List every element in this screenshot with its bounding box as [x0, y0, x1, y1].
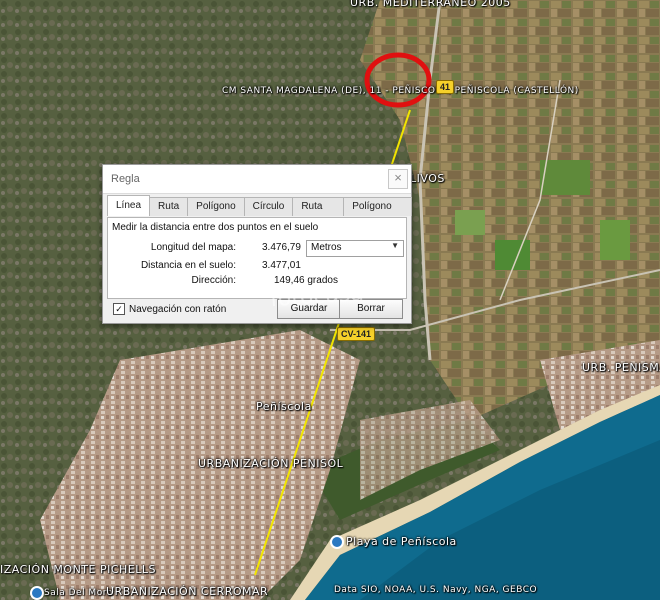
place-pin-icon[interactable] — [330, 535, 344, 549]
map-attribution: Data SIO, NOAA, U.S. Navy, NGA, GEBCO — [334, 585, 538, 595]
tab-bar: Línea Ruta Polígono Círculo Ruta 3D Polí… — [107, 195, 412, 230]
label-playa: Playa de Peñíscola — [346, 535, 457, 548]
tab-poligono-3d[interactable]: Polígono 3D — [343, 197, 412, 230]
place-pin-icon[interactable] — [30, 586, 44, 600]
label-urb-penisma: URB. PENISMA — [582, 361, 660, 374]
label-urb-cerromar: URBANIZACIÓN CERROMAR — [106, 585, 269, 598]
map-length-value: 3.476,79 — [262, 242, 301, 253]
label-urb-mediterraneo: URB. MEDITERRANEO 2005 — [350, 0, 511, 9]
panel-description: Medir la distancia entre dos puntos en e… — [112, 222, 319, 233]
unit-select-value: Metros — [311, 242, 342, 253]
direction-label: Dirección: — [191, 275, 236, 286]
tab-circulo[interactable]: Círculo — [243, 197, 294, 216]
road-shield-cv141: CV-141 — [337, 327, 376, 341]
label-santa-magdalena: CM SANTA MAGDALENA (DE), 11 - PEÑISCOLA,… — [222, 86, 579, 96]
label-peniscola: Peñíscola — [256, 400, 312, 413]
ground-distance-label: Distancia en el suelo: — [140, 260, 236, 271]
label-urb-monte-pichells: IZACIÓN MONTE PICHELLS — [0, 563, 156, 576]
unit-select[interactable]: Metros ▼ — [306, 240, 404, 257]
road-shield-top: 41 — [436, 80, 455, 94]
label-urb-penisol: URBANIZACIÓN PENISOL — [198, 457, 344, 470]
mouse-navigation-label: Navegación con ratón — [129, 303, 227, 315]
map-length-label: Longitud del mapa: — [150, 242, 236, 253]
mouse-navigation-row: ✓ Navegación con ratón — [113, 303, 226, 315]
label-olivos: LIVOS — [410, 172, 445, 185]
ruler-dialog: Regla × Línea Ruta Polígono Círculo Ruta… — [102, 164, 412, 324]
tab-ruta[interactable]: Ruta — [149, 197, 189, 216]
dialog-titlebar[interactable]: Regla × — [103, 165, 411, 194]
close-button[interactable]: × — [388, 169, 408, 189]
mouse-navigation-checkbox[interactable]: ✓ — [113, 303, 125, 315]
ground-distance-value: 3.477,01 — [262, 260, 301, 271]
dialog-title: Regla — [111, 173, 140, 185]
chevron-down-icon: ▼ — [391, 241, 399, 250]
tab-linea[interactable]: Línea — [107, 195, 151, 216]
tab-ruta-3d[interactable]: Ruta 3D — [292, 197, 345, 230]
tab-poligono[interactable]: Polígono — [187, 197, 245, 216]
label-sala-del-moro: Sala Del Moro — [44, 588, 113, 598]
